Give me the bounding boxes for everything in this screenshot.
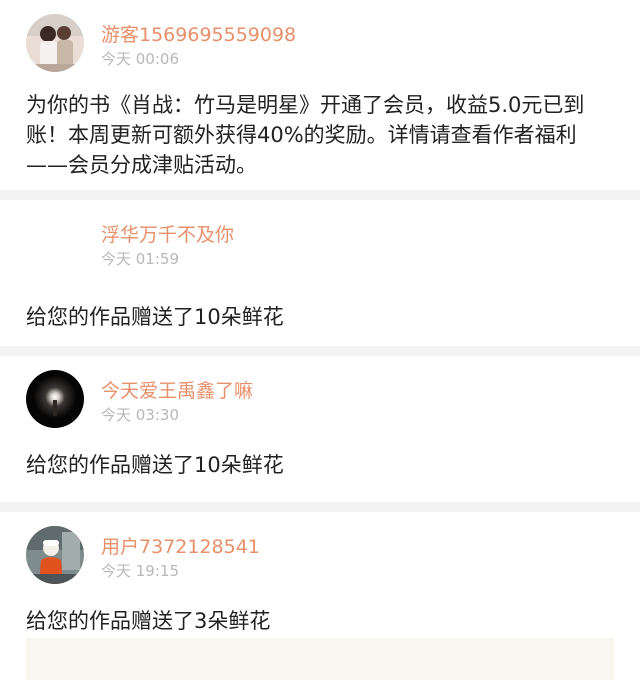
night-light-avatar-icon[interactable]	[26, 370, 84, 428]
username[interactable]: 用户7372128541	[101, 532, 260, 559]
card-header: 用户7372128541 今天 19:15	[0, 512, 640, 584]
avatar-photo-icon[interactable]	[26, 14, 84, 72]
card-header: 浮华万千不及你 今天 01:59	[0, 200, 640, 272]
notification-card[interactable]: 今天爱王禹鑫了嘛 今天 03:30 给您的作品赠送了10朵鲜花	[0, 356, 640, 502]
divider	[0, 346, 640, 356]
username[interactable]: 今天爱王禹鑫了嘛	[101, 376, 253, 403]
timestamp: 今天 00:06	[101, 50, 179, 68]
message-text: 给您的作品赠送了3朵鲜花	[26, 609, 271, 633]
person-avatar-icon[interactable]	[26, 526, 84, 584]
message-text: 给您的作品赠送了10朵鲜花	[26, 305, 284, 329]
notification-card[interactable]: 游客1569695559098 今天 00:06 为你的书《肖战：竹马是明星》开…	[0, 0, 640, 190]
message-text: 为你的书《肖战：竹马是明星》开通了会员，收益5.0元已到账！本周更新可额外获得4…	[26, 93, 585, 177]
divider	[0, 190, 640, 200]
reply-box[interactable]	[26, 638, 614, 680]
username[interactable]: 游客1569695559098	[101, 20, 296, 47]
timestamp: 今天 03:30	[101, 406, 179, 424]
notification-feed: 游客1569695559098 今天 00:06 为你的书《肖战：竹马是明星》开…	[0, 0, 640, 680]
notification-card[interactable]: 浮华万千不及你 今天 01:59 给您的作品赠送了10朵鲜花	[0, 200, 640, 346]
blank-avatar-icon[interactable]	[26, 214, 84, 272]
divider	[0, 502, 640, 512]
timestamp: 今天 19:15	[101, 562, 179, 580]
message-text: 给您的作品赠送了10朵鲜花	[26, 453, 284, 477]
timestamp: 今天 01:59	[101, 250, 179, 268]
username[interactable]: 浮华万千不及你	[101, 220, 234, 247]
notification-card[interactable]: 用户7372128541 今天 19:15 给您的作品赠送了3朵鲜花	[0, 512, 640, 680]
card-header: 游客1569695559098 今天 00:06	[0, 0, 640, 72]
card-header: 今天爱王禹鑫了嘛 今天 03:30	[0, 356, 640, 428]
